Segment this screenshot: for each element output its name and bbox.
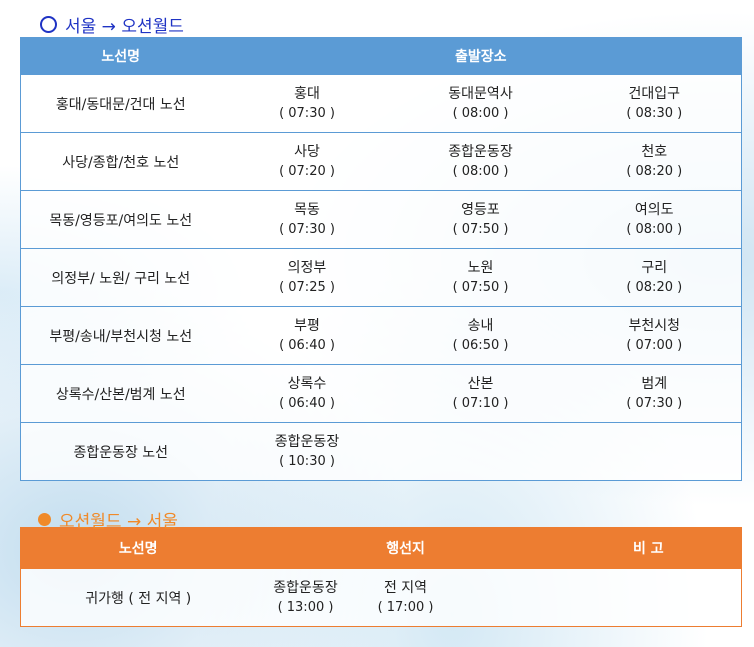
- table-header-row: 노선명 행선지 비 고: [20, 527, 742, 569]
- stop-time: ( 07:30 ): [279, 221, 335, 237]
- route-name: 홍대/동대문/건대 노선: [20, 74, 221, 133]
- stop-cell: 부천시청 ( 07:00 ): [567, 306, 742, 365]
- circle-filled-icon: [38, 513, 51, 526]
- stop-time: ( 07:10 ): [452, 395, 509, 411]
- stop-place: 건대입구: [628, 85, 681, 102]
- stop-time: ( 08:00 ): [626, 221, 683, 237]
- stop-cell: 구리 ( 08:20 ): [567, 248, 742, 307]
- section-title-text: 오션월드 → 서울: [59, 512, 178, 532]
- stop-place: 구리: [641, 259, 668, 276]
- stop-place: 종합운동장: [448, 143, 513, 160]
- stop-place: 여의도: [634, 201, 674, 218]
- stop-cell: 노원 ( 07:50 ): [393, 248, 568, 307]
- stop-place: 종합운동장: [273, 579, 338, 596]
- empty-cell: [455, 568, 556, 627]
- header-destination: 행선지: [255, 527, 556, 569]
- stop-place: 전 지역: [383, 579, 428, 596]
- stop-place: 홍대: [294, 85, 320, 102]
- stop-place: 부천시청: [628, 317, 681, 334]
- table-row: 사당/종합/천호 노선 사당 ( 07:20 ) 종합운동장 ( 08:00 ) 천호 ( …: [20, 132, 742, 191]
- route-name: 의정부/ 노원/ 구리 노선: [20, 248, 221, 307]
- table-row: 상록수/산본/범계 노선 상록수 ( 06:40 ) 산본 ( 07:10 ) 범계 ( 0…: [20, 364, 742, 423]
- stop-time: ( 07:30 ): [279, 105, 335, 121]
- stop-time: ( 08:00 ): [452, 105, 509, 121]
- route-name: 사당/종합/천호 노선: [20, 132, 221, 191]
- stop-place: 사당: [294, 143, 320, 160]
- stop-place: 의정부: [287, 259, 327, 276]
- stop-place: 동대문역사: [448, 85, 513, 102]
- stop-cell: 동대문역사 ( 08:00 ): [393, 74, 568, 133]
- stop-time: ( 06:50 ): [452, 337, 509, 353]
- stop-time: ( 07:30 ): [626, 395, 683, 411]
- stop-cell: 홍대 ( 07:30 ): [220, 74, 394, 133]
- stop-place: 목동: [294, 201, 320, 218]
- route-name: 종합운동장 노선: [20, 422, 221, 481]
- stop-time: ( 07:25 ): [279, 279, 335, 295]
- return-table: 노선명 행선지 비 고 귀가행 ( 전 지역 ) 종합운동장 ( 13:00 ) 전 …: [20, 527, 743, 627]
- stop-cell: 송내 ( 06:50 ): [393, 306, 568, 365]
- stop-cell: 부평 ( 06:40 ): [220, 306, 394, 365]
- stop-time: ( 06:40 ): [279, 395, 335, 411]
- table-row: 홍대/동대문/건대 노선 홍대 ( 07:30 ) 동대문역사 ( 08:00 ) 건대입…: [20, 74, 742, 133]
- stop-cell: 종합운동장 ( 08:00 ): [393, 132, 568, 191]
- stop-cell: 건대입구 ( 08:30 ): [567, 74, 742, 133]
- stop-cell: 범계 ( 07:30 ): [567, 364, 742, 423]
- route-name: 귀가행 ( 전 지역 ): [20, 568, 256, 627]
- stop-time: ( 08:20 ): [626, 163, 683, 179]
- stop-place: 산본: [467, 375, 494, 392]
- stop-time: ( 07:50 ): [452, 221, 509, 237]
- stop-cell: 종합운동장 ( 13:00 ): [255, 568, 356, 627]
- table-row: 종합운동장 노선 종합운동장 ( 10:30 ): [20, 422, 742, 481]
- header-route-name: 노선명: [20, 527, 256, 569]
- stop-cell: 상록수 ( 06:40 ): [220, 364, 394, 423]
- remarks-cell: [555, 568, 742, 627]
- stop-time: ( 13:00 ): [277, 599, 334, 615]
- stop-cell: 영등포 ( 07:50 ): [393, 190, 568, 249]
- empty-cell: [567, 422, 742, 481]
- header-departure-place: 출발장소: [220, 37, 742, 75]
- stop-time: ( 08:20 ): [626, 279, 683, 295]
- route-name: 상록수/산본/범계 노선: [20, 364, 221, 423]
- circle-outline-icon: [40, 16, 57, 33]
- stop-time: ( 07:50 ): [452, 279, 509, 295]
- stop-cell: 산본 ( 07:10 ): [393, 364, 568, 423]
- stop-time: ( 07:00 ): [626, 337, 683, 353]
- stop-place: 종합운동장: [274, 433, 340, 450]
- stop-cell: 천호 ( 08:20 ): [567, 132, 742, 191]
- stop-place: 노원: [467, 259, 494, 276]
- stop-cell: 사당 ( 07:20 ): [220, 132, 394, 191]
- table-row: 의정부/ 노원/ 구리 노선 의정부 ( 07:25 ) 노원 ( 07:50 ) 구리 (…: [20, 248, 742, 307]
- stop-time: ( 10:30 ): [279, 453, 335, 469]
- route-name: 목동/영등포/여의도 노선: [20, 190, 221, 249]
- stop-cell: 의정부 ( 07:25 ): [220, 248, 394, 307]
- stop-place: 범계: [641, 375, 668, 392]
- stop-time: ( 06:40 ): [279, 337, 335, 353]
- table-row: 부평/송내/부천시청 노선 부평 ( 06:40 ) 송내 ( 06:50 ) 부천시청 (…: [20, 306, 742, 365]
- stop-time: ( 08:30 ): [626, 105, 683, 121]
- stop-time: ( 08:00 ): [452, 163, 509, 179]
- table-row: 목동/영등포/여의도 노선 목동 ( 07:30 ) 영등포 ( 07:50 ) 여의도 (…: [20, 190, 742, 249]
- stop-cell: 전 지역 ( 17:00 ): [355, 568, 456, 627]
- stop-place: 송내: [467, 317, 494, 334]
- table-header-row: 노선명 출발장소: [20, 37, 742, 75]
- section-title-oceanworld-to-seoul: 오션월드 → 서울: [38, 507, 178, 532]
- route-name: 부평/송내/부천시청 노선: [20, 306, 221, 365]
- stop-time: ( 17:00 ): [377, 599, 434, 615]
- departure-table: 노선명 출발장소 홍대/동대문/건대 노선 홍대 ( 07:30 ) 동대문역사 ( 0…: [20, 37, 742, 481]
- stop-place: 천호: [641, 143, 668, 160]
- stop-cell: 종합운동장 ( 10:30 ): [220, 422, 394, 481]
- empty-cell: [393, 422, 568, 481]
- table-row: 귀가행 ( 전 지역 ) 종합운동장 ( 13:00 ) 전 지역 ( 17:00 ): [20, 568, 742, 627]
- header-route-name: 노선명: [20, 37, 221, 75]
- section-title-seoul-to-oceanworld: 서울 → 오션월드: [40, 12, 184, 37]
- stop-place: 부평: [294, 317, 320, 334]
- stop-time: ( 07:20 ): [279, 163, 335, 179]
- stop-place: 영등포: [461, 201, 500, 218]
- section-title-text: 서울 → 오션월드: [65, 17, 184, 37]
- stop-cell: 여의도 ( 08:00 ): [567, 190, 742, 249]
- stop-place: 상록수: [287, 375, 327, 392]
- stop-cell: 목동 ( 07:30 ): [220, 190, 394, 249]
- header-remarks: 비 고: [555, 527, 742, 569]
